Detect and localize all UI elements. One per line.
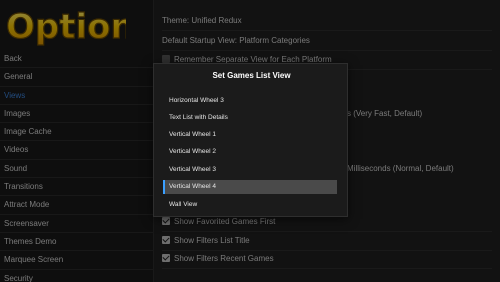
option-vertical-wheel-3[interactable]: Vertical Wheel 3 — [163, 163, 337, 177]
dialog-title: Set Games List View — [212, 71, 291, 80]
option-vertical-wheel-2[interactable]: Vertical Wheel 2 — [163, 145, 337, 159]
option-text-list-with-details[interactable]: Text List with Details — [163, 111, 337, 125]
option-vertical-wheel-1[interactable]: Vertical Wheel 1 — [163, 128, 337, 142]
games-list-view-dialog: Set Games List View Horizontal Wheel 3 T… — [153, 63, 348, 217]
option-horizontal-wheel-3[interactable]: Horizontal Wheel 3 — [163, 94, 337, 108]
option-vertical-wheel-4[interactable]: Vertical Wheel 4 — [163, 180, 337, 194]
option-wall-view[interactable]: Wall View — [163, 198, 337, 212]
